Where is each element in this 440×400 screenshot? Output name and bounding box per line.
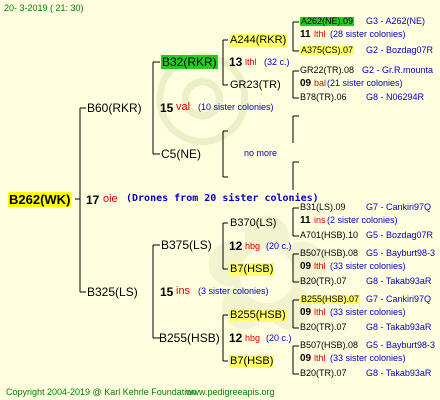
- pedigree-canvas: ◎ ✿ 20- 3-2019 (21: 30) B262(WK) 17 oie…: [0, 0, 440, 400]
- gen4-node-note: (33 sister colonies): [330, 261, 406, 271]
- gen4-node-code: lthl: [314, 261, 326, 271]
- gen4-node-name: B20(TR).07: [300, 322, 347, 332]
- gen4-node-code: ins: [314, 215, 326, 225]
- gen4-node-year: 11: [300, 29, 311, 40]
- gen4-node-ref: G5 - Bayburt98-3: [366, 248, 436, 258]
- gen4-node-code: lthl: [314, 353, 326, 363]
- gen4-node-year: 09: [300, 78, 312, 89]
- gen3-node-name: A244(RKR): [229, 34, 288, 47]
- gen2-node-name: C5(NE): [161, 147, 202, 161]
- gen4-node-note: (21 sister colonies): [327, 78, 403, 88]
- gen4-node-ref: G7 - Cankiri97Q: [366, 202, 432, 212]
- gen4-node-ref: G5 - Bozdag07R: [366, 230, 434, 240]
- gen2-node-note: no more: [244, 148, 278, 158]
- gen2-node-name: B375(LS): [161, 238, 212, 252]
- gen2-node-name: B32(RKR): [161, 55, 218, 69]
- gen4-node-name: A701(HSB).10: [300, 230, 359, 240]
- root-queen-name: B262(WK): [8, 192, 72, 207]
- gen4-node-year: 09: [300, 261, 312, 272]
- gen2-node-year: 12: [229, 331, 243, 345]
- gen4-node-name: B31(LS).09: [300, 202, 346, 212]
- gen4-node-ref: G3 - A262(NE): [366, 16, 426, 26]
- gen1-sire-code: val: [176, 101, 191, 113]
- gen1-dam-name: B325(LS): [87, 285, 138, 299]
- gen1-dam-note: (3 sister colonies): [198, 286, 269, 296]
- gen4-node-year: 11: [300, 215, 311, 226]
- gen3-node-name: B7(HSB): [229, 355, 275, 368]
- gen4-node-ref: G2 - Gr.R.mounta: [362, 65, 434, 75]
- gen4-node-name: B507(HSB).08: [300, 340, 359, 350]
- gen4-node-code: lthl: [314, 307, 326, 317]
- gen4-node-ref: G8 - Takab93aR: [366, 322, 432, 332]
- gen4-node-name: B255(HSB).07: [300, 294, 361, 304]
- gen4-node-name: GR22(TR).08: [300, 65, 355, 75]
- gen4-node-note: (33 sister colonies): [330, 307, 406, 317]
- gen3-node-name: GR23(TR): [230, 79, 281, 91]
- gen4-node-note: (2 sister colonies): [327, 215, 398, 225]
- gen4-node-year: 09: [300, 353, 312, 364]
- gen4-node-ref: G2 - Bozdag07R: [366, 45, 434, 55]
- gen2-node-note: (20 c.): [266, 333, 292, 343]
- gen2-node-year: 13: [229, 55, 243, 69]
- gen4-node-name: B20(TR).07: [300, 368, 347, 378]
- gen4-node-code: lthl: [314, 29, 326, 39]
- gen3-node-name: B255(HSB): [229, 309, 287, 322]
- root-year: 17: [86, 193, 100, 207]
- gen4-node-ref: G8 - N06294R: [366, 92, 425, 102]
- gen4-node-name: B20(TR).07: [300, 276, 347, 286]
- gen2-node-code: hbg: [245, 241, 261, 251]
- gen4-node-ref: G7 - Cankiri97Q: [366, 294, 432, 304]
- gen1-sire-year: 15: [160, 101, 174, 115]
- gen2-node-note: (32 c.): [264, 57, 290, 67]
- gen1-sire-note: (10 sister colonies): [198, 102, 274, 112]
- gen4-node-name: A375(CS).07: [300, 45, 355, 55]
- gen2-node-code: hbg: [245, 333, 261, 343]
- root-breeder-code: oie: [103, 193, 118, 205]
- gen4-node-note: (33 sister colonies): [330, 353, 406, 363]
- root-drones-note: (Drones from 20 sister colonies): [126, 193, 319, 204]
- gen4-node-name: B507(HSB).08: [300, 248, 359, 258]
- footer-website[interactable]: www.pedigreeapis.org: [186, 388, 275, 397]
- gen4-node-name: B78(TR).06: [300, 92, 347, 102]
- gen4-node-ref: G8 - Takab93aR: [366, 368, 432, 378]
- gen1-sire-name: B60(RKR): [87, 101, 142, 115]
- gen2-node-year: 12: [229, 239, 243, 253]
- gen2-node-name: B255(HSB): [159, 331, 220, 345]
- gen2-node-code: lthl: [245, 57, 257, 67]
- gen4-node-ref: G5 - Bayburt98-3: [366, 340, 436, 350]
- gen4-node-code: bal: [314, 78, 327, 88]
- gen4-node-year: 09: [300, 307, 312, 318]
- gen4-node-note: (28 sister colonies): [330, 29, 406, 39]
- gen4-node-name: A262(NE).09: [300, 16, 355, 26]
- gen1-dam-code: ins: [176, 285, 191, 297]
- gen3-node-name: B7(HSB): [229, 263, 275, 276]
- gen1-dam-year: 15: [160, 285, 174, 299]
- gen4-node-ref: G8 - Takab93aR: [366, 276, 432, 286]
- report-date: 20- 3-2019 ( 21: 30): [4, 3, 84, 13]
- gen3-node-name: B370(LS): [230, 217, 277, 229]
- gen2-node-note: (20 c.): [266, 241, 292, 251]
- footer-copyright: Copyright 2004-2019 @ Karl Kehrle Founda…: [6, 387, 197, 397]
